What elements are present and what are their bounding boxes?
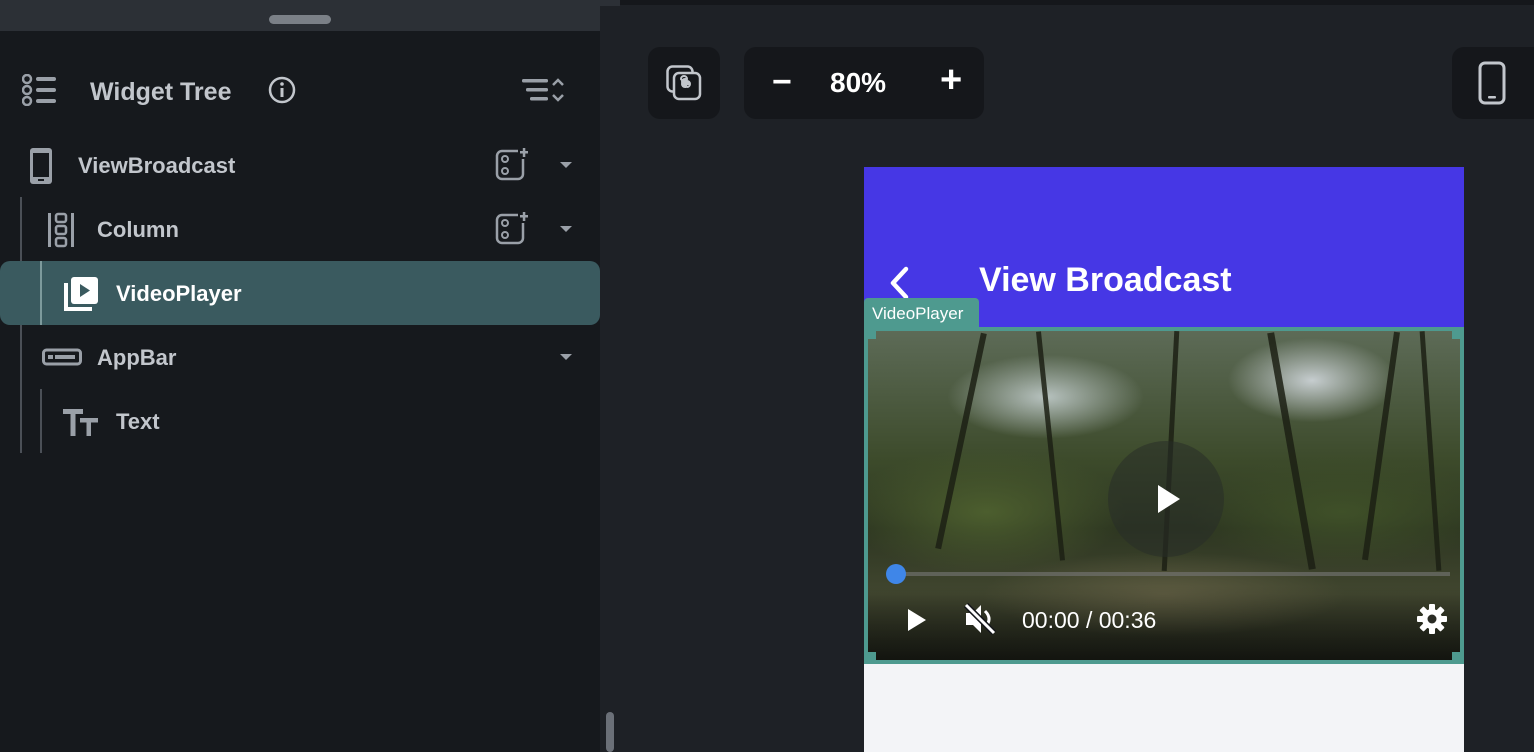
add-child-icon[interactable] bbox=[494, 210, 530, 246]
back-arrow-icon[interactable] bbox=[888, 265, 912, 301]
tree-item-text[interactable]: Text bbox=[0, 389, 600, 453]
widget-tree-panel: Widget Tree ViewBroadcast Column VideoPl… bbox=[0, 6, 620, 752]
phone-icon bbox=[1478, 61, 1506, 105]
device-button[interactable] bbox=[1452, 47, 1534, 119]
panel-drag-bar[interactable] bbox=[0, 6, 620, 31]
mute-icon[interactable] bbox=[962, 601, 998, 637]
play-icon bbox=[1158, 485, 1180, 513]
command-icon bbox=[666, 65, 702, 101]
add-child-icon[interactable] bbox=[494, 146, 530, 182]
tree-item-label: VideoPlayer bbox=[116, 281, 242, 306]
caret-down-icon[interactable] bbox=[556, 155, 576, 175]
appbar-title: View Broadcast bbox=[979, 261, 1232, 299]
scrollbar-thumb[interactable] bbox=[606, 712, 614, 752]
command-button[interactable] bbox=[648, 47, 720, 119]
tree-item-appbar[interactable]: AppBar bbox=[0, 325, 600, 389]
tree-item-videoplayer[interactable]: VideoPlayer bbox=[0, 261, 600, 325]
drag-handle[interactable] bbox=[269, 15, 331, 24]
resize-handle[interactable] bbox=[868, 652, 876, 660]
settings-icon[interactable] bbox=[1416, 603, 1448, 635]
tree-item-label: AppBar bbox=[97, 345, 177, 370]
expand-collapse-icon[interactable] bbox=[520, 74, 568, 106]
resize-handle[interactable] bbox=[1452, 331, 1460, 339]
tree-trunk bbox=[1035, 331, 1066, 561]
play-icon[interactable] bbox=[904, 605, 930, 635]
video-library-icon bbox=[64, 277, 98, 311]
info-icon[interactable] bbox=[267, 75, 297, 105]
column-icon bbox=[48, 212, 74, 248]
caret-down-icon[interactable] bbox=[556, 347, 576, 367]
text-icon bbox=[63, 409, 98, 436]
video-controls-bar bbox=[868, 586, 1460, 660]
zoom-out-button[interactable]: − bbox=[768, 63, 804, 101]
panel-divider[interactable] bbox=[600, 6, 620, 752]
progress-track[interactable] bbox=[890, 572, 1450, 576]
appbar-icon bbox=[42, 348, 82, 366]
tree-item-viewbroadcast[interactable]: ViewBroadcast bbox=[0, 133, 600, 197]
list-icon bbox=[22, 74, 56, 106]
selected-widget-tag: VideoPlayer bbox=[864, 298, 979, 328]
zoom-level: 80% bbox=[830, 67, 887, 98]
tree-trunk bbox=[1267, 332, 1316, 570]
tree-item-label: ViewBroadcast bbox=[78, 153, 236, 178]
panel-title: Widget Tree bbox=[90, 78, 232, 106]
tree-item-column[interactable]: Column bbox=[0, 197, 600, 261]
tree-item-label: Text bbox=[116, 409, 160, 434]
minus-icon: − bbox=[772, 63, 792, 101]
video-player[interactable]: 00:00 / 00:36 bbox=[864, 327, 1464, 664]
tree-trunk bbox=[1362, 331, 1400, 561]
resize-handle[interactable] bbox=[1452, 652, 1460, 660]
center-play-button[interactable] bbox=[1108, 441, 1224, 557]
tree-guide-line bbox=[40, 261, 42, 325]
caret-down-icon[interactable] bbox=[556, 219, 576, 239]
plus-icon: + bbox=[940, 59, 963, 101]
tree-item-label: Column bbox=[97, 217, 179, 242]
tree-trunk bbox=[1419, 331, 1442, 571]
tree-trunk bbox=[935, 332, 987, 550]
zoom-in-button[interactable]: + bbox=[936, 59, 972, 101]
video-time: 00:00 / 00:36 bbox=[1022, 607, 1157, 633]
phone-icon bbox=[30, 148, 52, 184]
resize-handle[interactable] bbox=[868, 331, 876, 339]
widget-tree-header: Widget Tree bbox=[0, 58, 600, 118]
progress-handle[interactable] bbox=[886, 564, 906, 584]
